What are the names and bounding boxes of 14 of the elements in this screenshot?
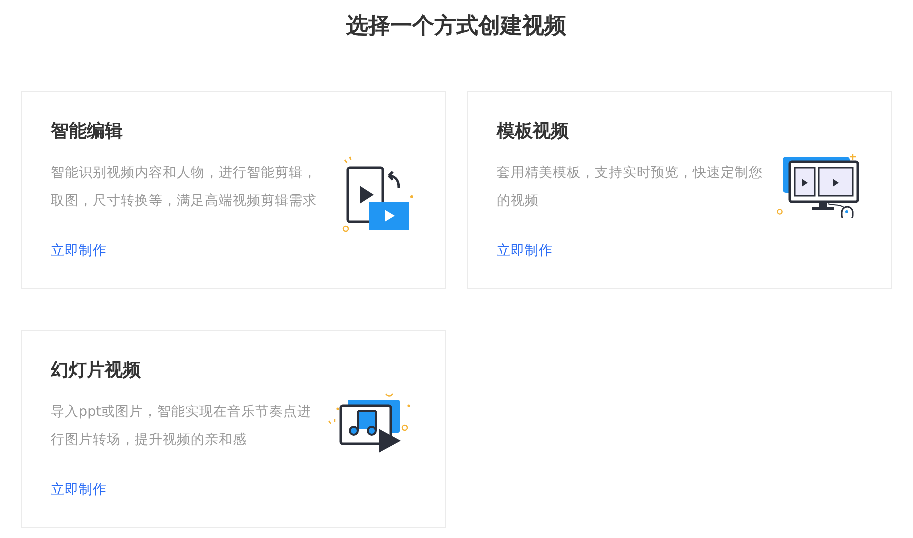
card-title: 模板视频 — [497, 120, 570, 144]
card-title: 幻灯片视频 — [51, 359, 142, 383]
card-description: 导入ppt或图片，智能实现在音乐节奏点进行图片转场，提升视频的亲和感 — [51, 403, 312, 450]
option-card[interactable]: 智能编辑 智能识别视频内容和人物，进行智能剪辑，取图，尺寸转换等，满足高端视频剪辑需求 立即制作 — [21, 91, 446, 289]
card-description: 套用精美模板，支持实时预览，快速定制您的视频 — [497, 164, 764, 211]
create-link[interactable]: 立即制作 — [497, 243, 553, 259]
card-description: 智能识别视频内容和人物，进行智能剪辑，取图，尺寸转换等，满足高端视频剪辑需求 — [51, 164, 318, 211]
create-link[interactable]: 立即制作 — [51, 243, 107, 259]
card-title: 智能编辑 — [51, 120, 124, 144]
option-card[interactable]: 幻灯片视频 导入ppt或图片，智能实现在音乐节奏点进行图片转场，提升视频的亲和感 立即制作 — [21, 330, 446, 528]
page-title: 选择一个方式创建视频 — [346, 12, 566, 41]
monitor-icon — [775, 152, 859, 218]
create-link[interactable]: 立即制作 — [51, 482, 107, 498]
option-card[interactable]: 模板视频 套用精美模板，支持实时预览，快速定制您的视频 立即制作 — [467, 91, 892, 289]
